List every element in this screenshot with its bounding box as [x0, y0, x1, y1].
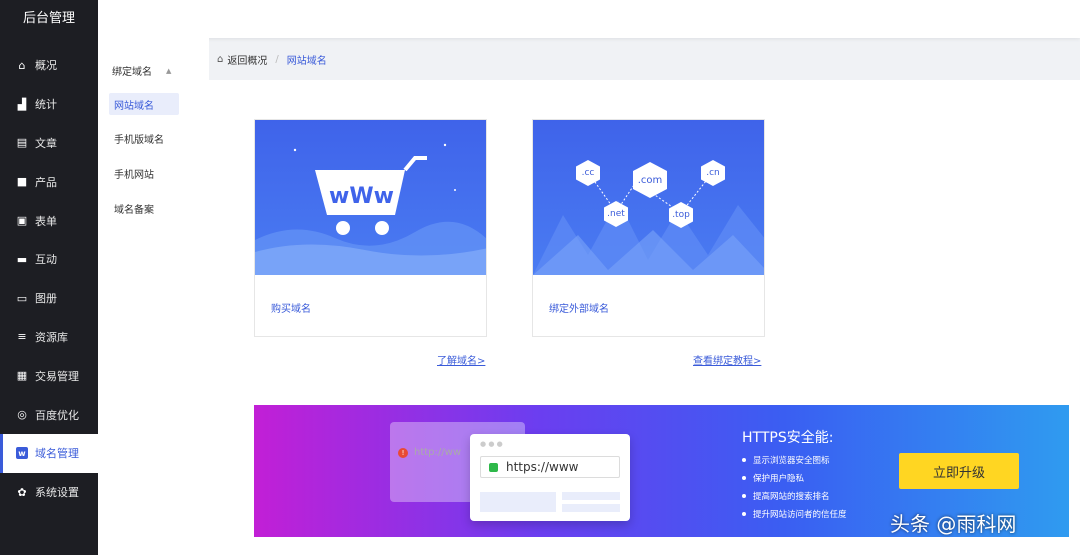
bind-domain-illustration: .cc .com .cn .net .top: [533, 120, 764, 275]
feature-item: 提高网站的搜索排名: [742, 487, 847, 505]
breadcrumb: ⌂ 返回概况 / 网站域名: [209, 38, 1080, 80]
bind-domain-caption: 绑定外部域名: [549, 304, 609, 315]
subnav-item-domain-filing[interactable]: 域名备案: [109, 197, 179, 219]
sidebar-item-products[interactable]: ■ 产品: [0, 162, 98, 201]
sidebar-item-overview[interactable]: ⌂ 概况: [0, 46, 98, 85]
sidebar-item-label: 图册: [35, 292, 57, 306]
article-icon: ▤: [16, 136, 28, 150]
feature-item: 提升网站访问者的信任度: [742, 505, 847, 523]
sidebar-item-label: 互动: [35, 253, 57, 267]
sidebar-item-album[interactable]: ▭ 图册: [0, 279, 98, 318]
learn-domain-link[interactable]: 了解域名>: [437, 352, 485, 367]
product-icon: ■: [16, 175, 28, 189]
database-icon: ≡: [17, 330, 27, 344]
upgrade-now-button[interactable]: 立即升级: [899, 453, 1019, 489]
main-content: wWw 购买域名 .cc .com .cn .net .top 绑定外部域名 了…: [209, 80, 1080, 555]
sidebar-item-label: 表单: [35, 214, 57, 228]
home-icon: ⌂: [217, 53, 224, 65]
top-bar: [98, 0, 1080, 38]
sub-navigation: 绑定域名 ▲ 网站域名 手机版域名 手机网站 域名备案: [98, 38, 209, 555]
secure-url-bar: https://www: [480, 456, 620, 478]
sidebar-item-label: 产品: [35, 175, 57, 189]
breadcrumb-current: 网站域名: [286, 55, 327, 67]
chevron-up-icon: ▲: [166, 66, 172, 75]
gear-icon: ✿: [17, 485, 27, 499]
buy-domain-caption: 购买域名: [271, 304, 311, 315]
sidebar-item-label: 域名管理: [35, 447, 79, 461]
lock-icon: [489, 462, 498, 472]
www-badge: wWw: [329, 184, 394, 209]
subnav-group-label: 绑定域名: [112, 67, 152, 78]
sidebar-item-interaction[interactable]: ▬ 互动: [0, 240, 98, 279]
subnav-item-mobile-domain[interactable]: 手机版域名: [109, 127, 179, 149]
sidebar-item-forms[interactable]: ▣ 表单: [0, 201, 98, 240]
bind-domain-card[interactable]: .cc .com .cn .net .top 绑定外部域名: [532, 119, 765, 337]
album-icon: ▭: [16, 291, 28, 305]
breadcrumb-separator: /: [275, 53, 279, 65]
sidebar-item-seo[interactable]: ◎ 百度优化: [0, 395, 98, 434]
browser-window-secure: ● ● ● https://www: [470, 434, 630, 521]
mountain-illustration: [533, 171, 764, 275]
trade-icon: ▦: [16, 369, 28, 383]
subnav-item-mobile-site[interactable]: 手机网站: [109, 162, 179, 184]
sidebar-item-label: 统计: [35, 98, 57, 112]
buy-domain-illustration: wWw: [255, 120, 486, 275]
chart-icon: ▟: [17, 97, 27, 111]
sidebar-item-domain[interactable]: w 域名管理: [0, 433, 98, 473]
seo-icon: ◎: [17, 408, 27, 422]
chat-icon: ▬: [16, 252, 28, 266]
sidebar-item-label: 资源库: [35, 330, 68, 344]
banner-title: HTTPS安全能:: [742, 430, 834, 446]
sidebar-item-resources[interactable]: ≡ 资源库: [0, 318, 98, 357]
sidebar-item-stats[interactable]: ▟ 统计: [0, 85, 98, 124]
sidebar-item-articles[interactable]: ▤ 文章: [0, 124, 98, 163]
warning-icon: !: [398, 447, 408, 458]
banner-feature-list: 显示浏览器安全图标 保护用户隐私 提高网站的搜索排名 提升网站访问者的信任度: [742, 451, 847, 523]
sidebar-item-trade[interactable]: ▦ 交易管理: [0, 356, 98, 395]
sidebar-item-label: 系统设置: [35, 486, 79, 500]
active-indicator: [0, 433, 3, 473]
binding-tutorial-link[interactable]: 查看绑定教程>: [693, 352, 761, 367]
sidebar-item-label: 百度优化: [35, 408, 79, 422]
buy-domain-card[interactable]: wWw 购买域名: [254, 119, 487, 337]
subnav-group-header[interactable]: 绑定域名 ▲: [112, 63, 172, 79]
app-title: 后台管理: [22, 10, 75, 26]
insecure-url: ! http://ww: [398, 447, 461, 458]
sidebar-item-label: 文章: [35, 136, 57, 150]
domain-icon: w: [16, 447, 28, 460]
sidebar: 后台管理 ⌂ 概况 ▟ 统计 ▤ 文章 ■ 产品 ▣ 表单 ▬ 互动 ▭ 图册 ≡ 资源库 ▦ 交…: [0, 0, 98, 555]
sidebar-item-label: 概况: [35, 59, 57, 73]
placeholder-block: [480, 492, 556, 512]
sidebar-item-settings[interactable]: ✿ 系统设置: [0, 473, 98, 512]
placeholder-line: [562, 492, 620, 500]
sidebar-item-label: 交易管理: [35, 369, 79, 383]
watermark: 头条 @雨科网: [890, 512, 1017, 536]
placeholder-line: [562, 504, 620, 512]
home-icon: ⌂: [18, 58, 26, 72]
secure-url-text: https://www: [506, 460, 579, 474]
form-icon: ▣: [16, 214, 28, 228]
feature-item: 显示浏览器安全图标: [742, 451, 847, 469]
subnav-item-site-domain[interactable]: 网站域名: [109, 93, 179, 115]
feature-item: 保护用户隐私: [742, 469, 847, 487]
window-dots: ● ● ●: [480, 440, 503, 448]
sidebar-nav: ⌂ 概况 ▟ 统计 ▤ 文章 ■ 产品 ▣ 表单 ▬ 互动 ▭ 图册 ≡ 资源库 ▦ 交易管理 ◎…: [0, 46, 98, 512]
insecure-url-text: http://ww: [414, 447, 461, 458]
breadcrumb-home-link[interactable]: 返回概况: [227, 52, 267, 67]
